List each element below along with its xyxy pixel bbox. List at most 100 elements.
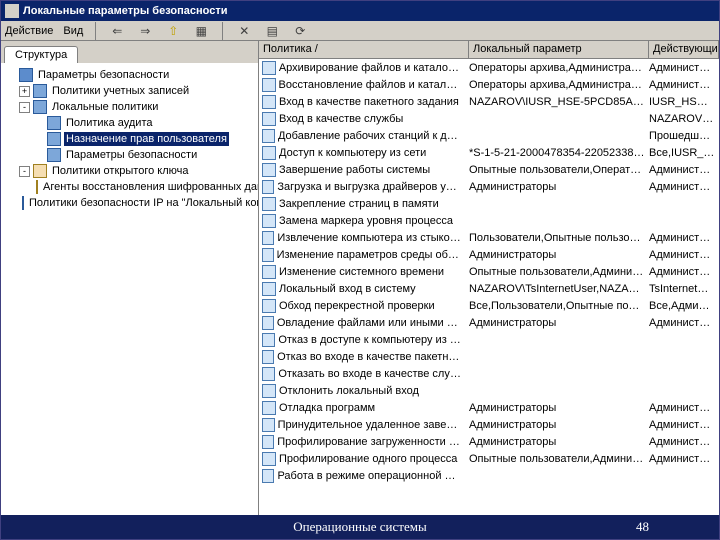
tree-node[interactable]: - Политики открытого ключа — [3, 163, 256, 179]
menu-view[interactable]: Вид — [63, 25, 83, 37]
tab-structure[interactable]: Структура — [4, 46, 78, 63]
policy-row[interactable]: Закрепление страниц в памяти — [259, 195, 719, 212]
up-button[interactable]: ⇧ — [164, 22, 182, 40]
policy-list[interactable]: Архивирование файлов и каталоговОператор… — [259, 59, 719, 515]
policy-row[interactable]: Работа в режиме операционной системы — [259, 467, 719, 484]
policy-row[interactable]: Добавление рабочих станций к домену Проше… — [259, 127, 719, 144]
tree-node[interactable]: + Политики учетных записей — [3, 83, 256, 99]
effective-setting: Администраторы — [649, 249, 719, 261]
policy-row[interactable]: Доступ к компьютеру из сети*S-1-5-21-200… — [259, 144, 719, 161]
tree-node[interactable]: - Локальные политики — [3, 99, 256, 115]
delete-button[interactable]: ✕ — [235, 22, 253, 40]
slide-footer: Операционные системы 48 — [1, 515, 719, 539]
tree-label[interactable]: Политики учетных записей — [50, 84, 191, 98]
local-setting: NAZAROV\TsInternetUser,NAZAR… — [469, 283, 649, 295]
tree-label[interactable]: Агенты восстановления шифрованных данных — [41, 180, 258, 194]
tree-twist-icon — [33, 150, 44, 161]
effective-setting: Прошедшие проверку — [649, 130, 719, 142]
col-local[interactable]: Локальный параметр — [469, 41, 649, 58]
policy-name: Восстановление файлов и каталогов — [279, 79, 465, 91]
policy-name: Архивирование файлов и каталогов — [279, 62, 465, 74]
local-setting: Администраторы — [469, 249, 649, 261]
back-button[interactable]: ⇐ — [108, 22, 126, 40]
right-pane: Политика / Локальный параметр Действующи… — [259, 41, 719, 515]
app-window: Локальные параметры безопасности Действи… — [0, 0, 720, 540]
tree-label[interactable]: Параметры безопасности — [36, 68, 171, 82]
effective-setting: Все,IUSR_HSE-5PCD85ABXZI, — [649, 147, 719, 159]
tree-label[interactable]: Политики открытого ключа — [50, 164, 190, 178]
policy-row[interactable]: Отказать во входе в качестве службы — [259, 365, 719, 382]
policy-row[interactable]: Архивирование файлов и каталоговОператор… — [259, 59, 719, 76]
policy-row[interactable]: Отклонить локальный вход — [259, 382, 719, 399]
policy-row[interactable]: Восстановление файлов и каталоговОперато… — [259, 76, 719, 93]
effective-setting: Администраторы,Операторы — [649, 79, 719, 91]
tree-label[interactable]: Параметры безопасности — [64, 148, 199, 162]
policy-name: Отказать во входе в качестве службы — [278, 368, 465, 380]
refresh-button[interactable]: ⟳ — [291, 22, 309, 40]
tree-node[interactable]: Политики безопасности IP на "Локальный к… — [3, 195, 256, 211]
effective-setting: Администраторы — [649, 402, 719, 414]
policy-name: Профилирование одного процесса — [279, 453, 461, 465]
policy-icon — [262, 299, 276, 313]
tree-label[interactable]: Локальные политики — [50, 100, 160, 114]
book-icon — [22, 196, 24, 210]
policy-name: Добавление рабочих станций к домену — [278, 130, 465, 142]
policy-row[interactable]: Обход перекрестной проверкиВсе,Пользоват… — [259, 297, 719, 314]
effective-setting: Администраторы — [649, 181, 719, 193]
lock-icon — [19, 68, 33, 82]
window-title: Локальные параметры безопасности — [23, 5, 227, 17]
policy-row[interactable]: Профилирование загруженности системыАдми… — [259, 433, 719, 450]
policy-name: Профилирование загруженности системы — [277, 436, 465, 448]
effective-setting: Администраторы,Операторы — [649, 266, 719, 278]
policy-icon — [262, 316, 274, 330]
policy-row[interactable]: Отказ в доступе к компьютеру из сети — [259, 331, 719, 348]
policy-name: Доступ к компьютеру из сети — [279, 147, 430, 159]
effective-setting: NAZAROV\Администратор — [649, 113, 719, 125]
tree-label[interactable]: Политики безопасности IP на "Локальный к… — [27, 196, 258, 210]
policy-name: Отладка программ — [279, 402, 379, 414]
tree-twist-icon[interactable]: - — [19, 166, 30, 177]
tree-node[interactable]: Агенты восстановления шифрованных данных — [3, 179, 256, 195]
policy-row[interactable]: Отказ во входе в качестве пакетного зад… — [259, 348, 719, 365]
col-effective[interactable]: Действующий параметр — [649, 41, 719, 58]
tree-twist-icon[interactable]: - — [19, 102, 30, 113]
tree-node[interactable]: Параметры безопасности — [3, 67, 256, 83]
policy-icon — [262, 401, 276, 415]
menu-action[interactable]: Действие — [5, 25, 53, 37]
policy-name: Вход в качестве службы — [279, 113, 407, 125]
policy-icon — [262, 469, 274, 483]
export-button[interactable]: ▤ — [263, 22, 281, 40]
policy-row[interactable]: Локальный вход в системуNAZAROV\TsIntern… — [259, 280, 719, 297]
policy-row[interactable]: Вход в качестве пакетного заданияNAZAROV… — [259, 93, 719, 110]
policy-row[interactable]: Профилирование одного процесса Опытные по… — [259, 450, 719, 467]
forward-button[interactable]: ⇒ — [136, 22, 154, 40]
policy-row[interactable]: Принудительное удаленное завершениеАдмин… — [259, 416, 719, 433]
policy-name: Загрузка и выгрузка драйверов устройств — [277, 181, 465, 193]
policy-row[interactable]: Овладение файлами или иными объектамиАдм… — [259, 314, 719, 331]
policy-icon — [262, 197, 276, 211]
tree-node[interactable]: Назначение прав пользователя — [3, 131, 256, 147]
body: Структура Параметры безопасности + Политик… — [1, 41, 719, 515]
policy-row[interactable]: Замена маркера уровня процесса — [259, 212, 719, 229]
policy-row[interactable]: Загрузка и выгрузка драйверов устройств А… — [259, 178, 719, 195]
policy-icon — [262, 180, 274, 194]
tree-label[interactable]: Назначение прав пользователя — [64, 132, 229, 146]
col-policy[interactable]: Политика / — [259, 41, 469, 58]
tree-twist-icon[interactable]: + — [19, 86, 30, 97]
policy-name: Закрепление страниц в памяти — [279, 198, 443, 210]
policy-row[interactable]: Изменение параметров среды оборудованияА… — [259, 246, 719, 263]
policy-row[interactable]: Отладка программАдминистраторыАдминистра… — [259, 399, 719, 416]
tree-node[interactable]: Параметры безопасности — [3, 147, 256, 163]
local-setting: Опытные пользователи,Админи… — [469, 266, 649, 278]
tree-node[interactable]: Политика аудита — [3, 115, 256, 131]
local-setting: Опытные пользователи,Админи… — [469, 453, 649, 465]
footer-caption: Операционные системы — [293, 519, 426, 535]
policy-row[interactable]: Завершение работы системыОпытные пользов… — [259, 161, 719, 178]
policy-row[interactable]: Изменение системного времениОпытные поль… — [259, 263, 719, 280]
policy-row[interactable]: Извлечение компьютера из стыковочно…Поль… — [259, 229, 719, 246]
policy-row[interactable]: Вход в качестве службы NAZAROV\Администра… — [259, 110, 719, 127]
titlebar[interactable]: Локальные параметры безопасности — [1, 1, 719, 21]
tree-label[interactable]: Политика аудита — [64, 116, 154, 130]
tree-view[interactable]: Параметры безопасности + Политики учетных … — [1, 63, 258, 515]
properties-button[interactable]: ▦ — [192, 22, 210, 40]
